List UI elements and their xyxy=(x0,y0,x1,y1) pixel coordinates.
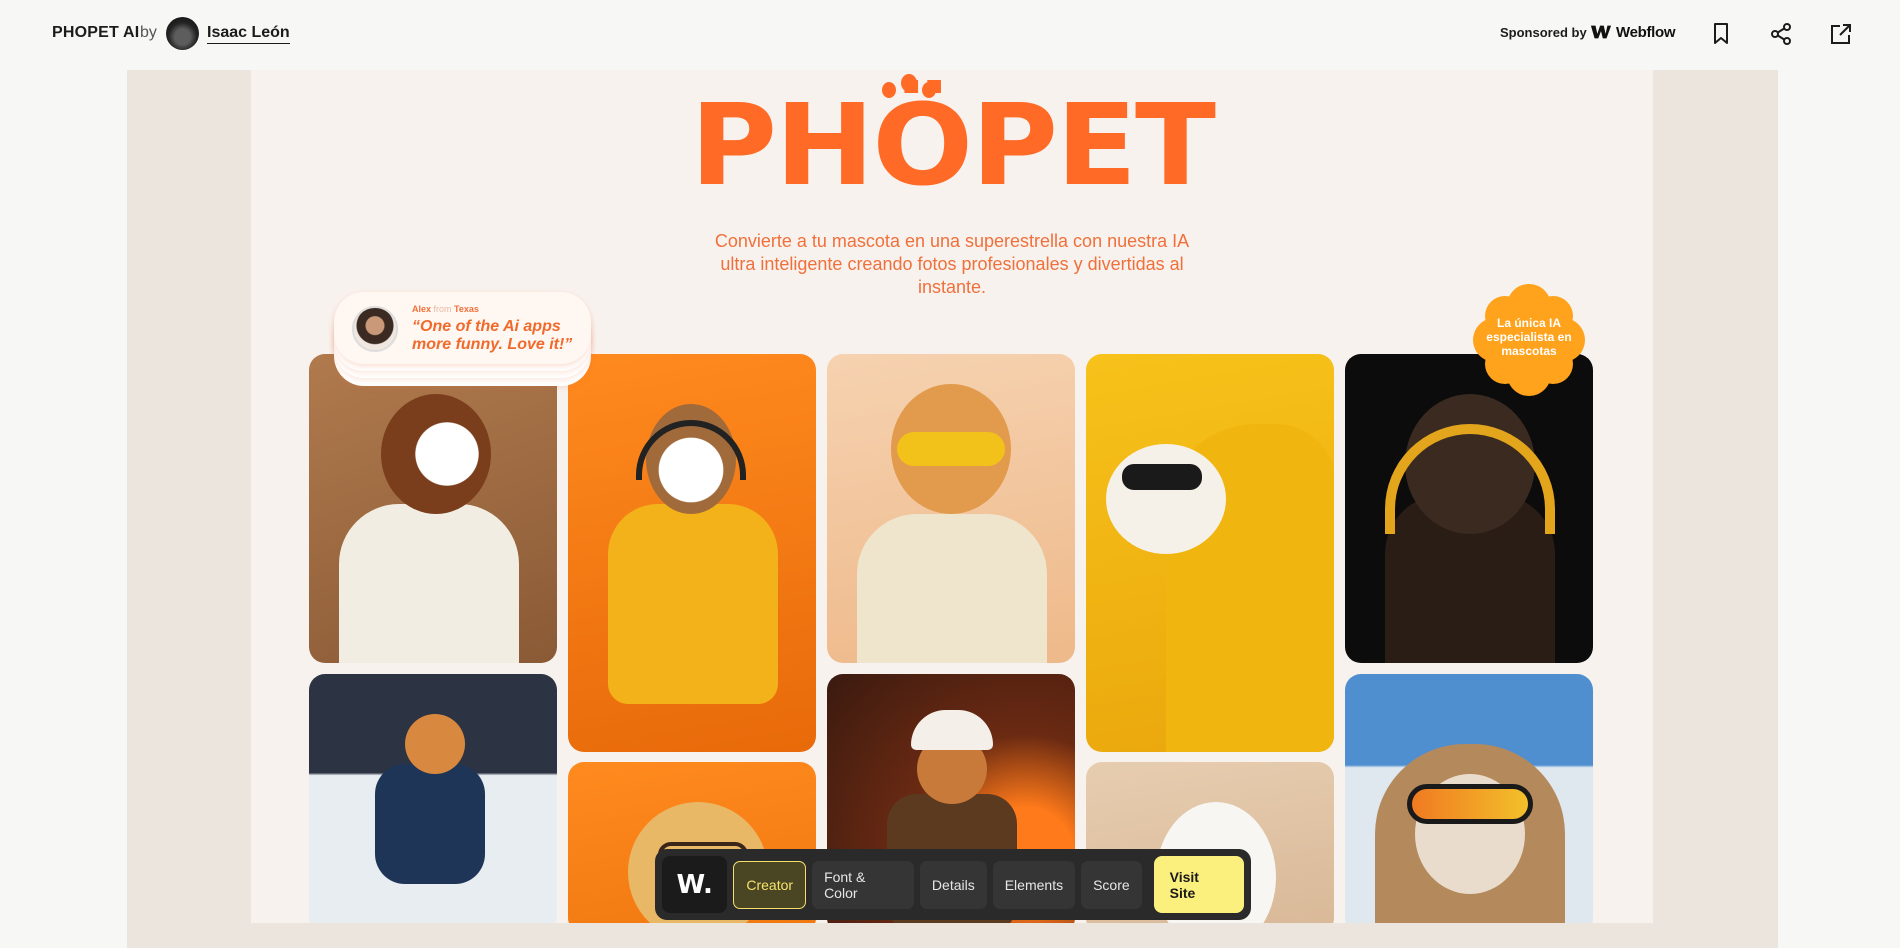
brand-header: PHÖPET xyxy=(251,70,1653,210)
tab-score[interactable]: Score xyxy=(1081,860,1142,909)
webflow-logo-icon xyxy=(1590,25,1612,39)
sponsor-logo[interactable]: Webflow xyxy=(1590,22,1676,42)
testimonial-card: Alex from Texas “One of the Ai apps more… xyxy=(334,292,591,386)
specialist-badge: La única IA especialista en mascotas xyxy=(1467,282,1591,398)
gallery-image-cat-hockey[interactable] xyxy=(309,674,557,923)
top-bar: PHOPET AI by Isaac León Sponsored by Web… xyxy=(0,0,1900,68)
toolbar-logo[interactable]: W. xyxy=(662,856,728,913)
author-link[interactable]: Isaac León xyxy=(207,24,290,44)
goggles xyxy=(1407,784,1533,824)
reviewer-meta: Alex from Texas xyxy=(412,304,479,314)
tab-font-color[interactable]: Font & Color xyxy=(812,860,914,909)
site-preview[interactable]: PHÖPET Convierte a tu mascota en una sup… xyxy=(251,70,1653,923)
site-title: PHOPET AI xyxy=(52,24,140,41)
bookmark-icon xyxy=(1714,23,1728,44)
reviewer-name: Alex xyxy=(412,304,432,314)
inspector-toolbar: W. Creator Font & Color Details Elements… xyxy=(655,849,1251,920)
helmet xyxy=(911,710,993,750)
hero-tagline: Convierte a tu mascota en una superestre… xyxy=(714,231,1190,297)
by-label: by xyxy=(140,24,157,41)
sunglasses xyxy=(897,432,1005,466)
pet-head xyxy=(381,394,491,514)
badge-text: La única IA especialista en mascotas xyxy=(1486,316,1572,358)
visit-site-button[interactable]: Visit Site xyxy=(1153,856,1244,913)
sponsor-name: Webflow xyxy=(1616,23,1676,41)
from-label: from xyxy=(433,304,452,314)
reviewer-avatar xyxy=(352,306,398,352)
gallery-image-dog-yellow-jacket[interactable] xyxy=(568,354,816,752)
pet-body xyxy=(608,504,778,704)
pet-head xyxy=(1106,444,1226,554)
testimonial-quote: “One of the Ai apps more funny. Love it!… xyxy=(412,318,573,353)
gallery-image-cat-sunglasses[interactable] xyxy=(827,354,1075,663)
testimonial-front: Alex from Texas “One of the Ai apps more… xyxy=(334,292,591,364)
open-external-button[interactable] xyxy=(1827,20,1855,48)
sunglasses xyxy=(1122,464,1202,490)
brand-logo: PHÖPET xyxy=(690,81,1216,211)
reviewer-location: Texas xyxy=(454,304,479,314)
share-button[interactable] xyxy=(1767,20,1795,48)
author-avatar[interactable] xyxy=(166,17,199,50)
bookmark-button[interactable] xyxy=(1707,20,1735,48)
pet-body xyxy=(339,504,519,663)
gallery-image-dog-sweater[interactable] xyxy=(309,354,557,663)
pet-head xyxy=(405,714,465,774)
tab-details[interactable]: Details xyxy=(919,860,987,909)
external-link-icon xyxy=(1831,24,1851,44)
share-icon xyxy=(1771,23,1791,45)
pet-body xyxy=(375,764,485,884)
pet-body xyxy=(857,514,1047,663)
gallery-image-dog-yellow-hoodie[interactable] xyxy=(1086,354,1334,752)
tab-elements[interactable]: Elements xyxy=(992,860,1076,909)
tab-creator[interactable]: Creator xyxy=(733,860,807,909)
gallery-image-cat-snow-goggles[interactable] xyxy=(1345,674,1593,923)
sponsored-label: Sponsored by xyxy=(1500,25,1587,40)
gallery-image-dog-headphones[interactable] xyxy=(1345,354,1593,663)
